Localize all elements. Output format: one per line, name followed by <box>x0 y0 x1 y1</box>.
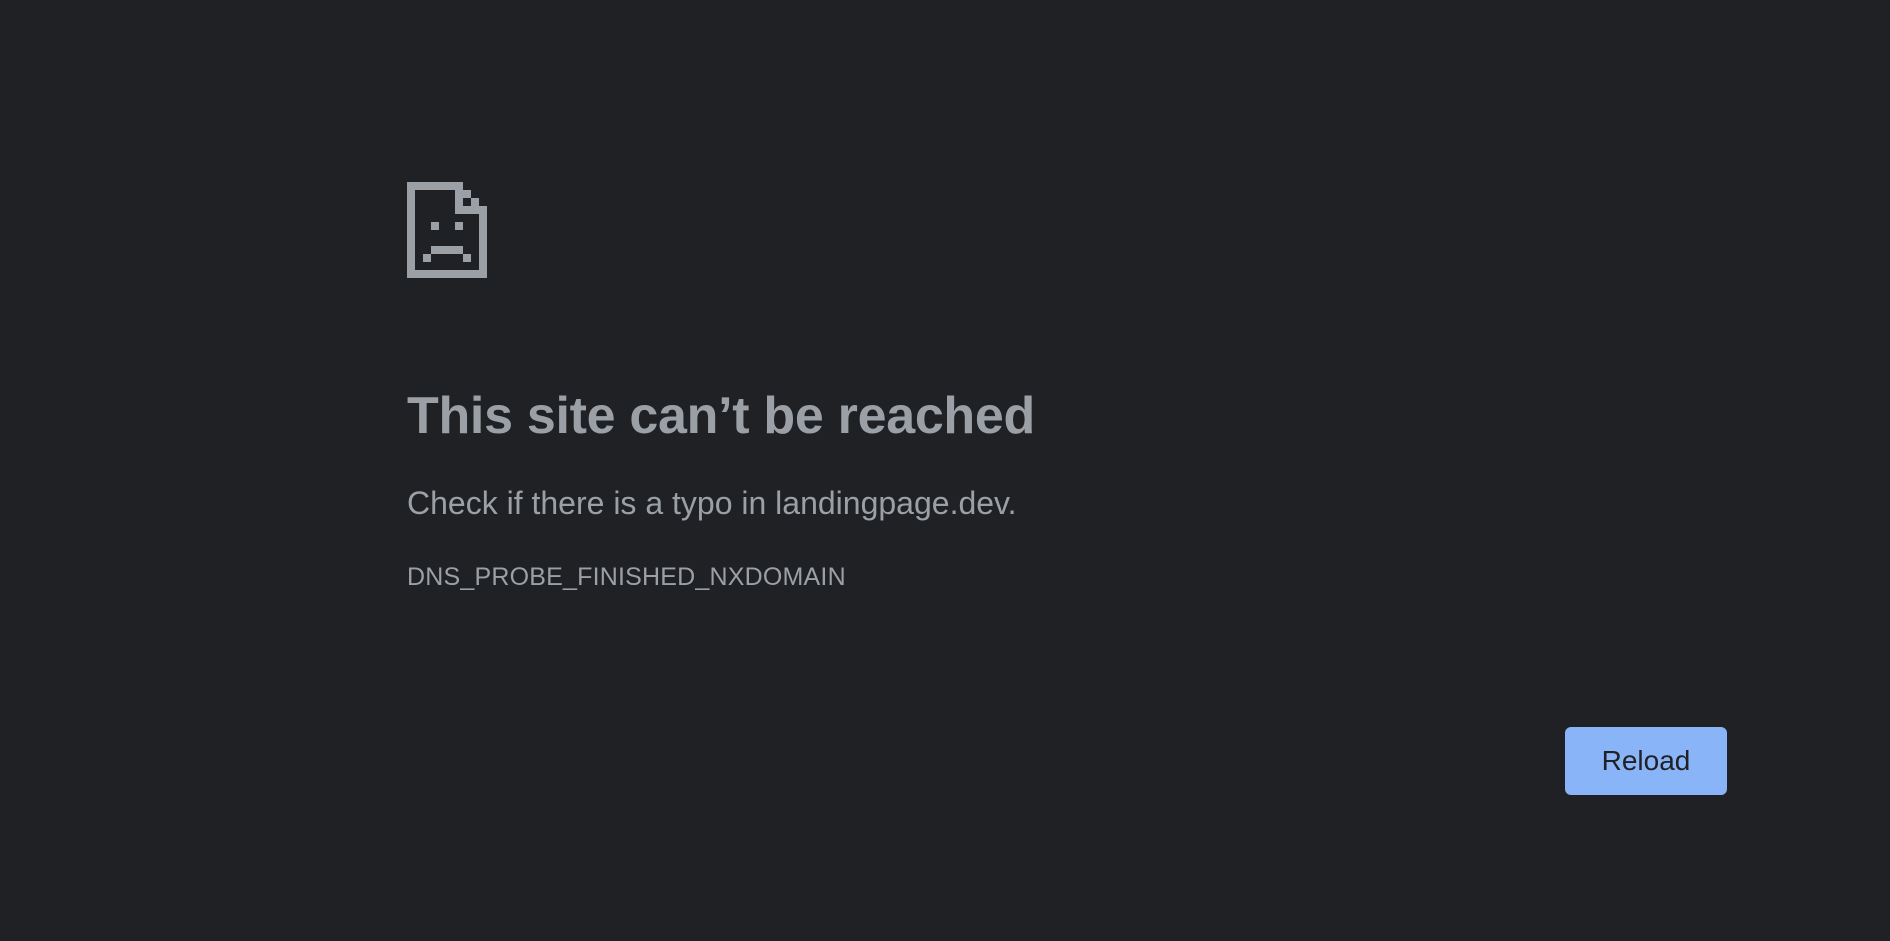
error-content: This site can’t be reached Check if ther… <box>407 182 1727 593</box>
error-code: DNS_PROBE_FINISHED_NXDOMAIN <box>407 563 846 591</box>
page-title: This site can’t be reached <box>407 387 1035 445</box>
reload-button[interactable]: Reload <box>1565 727 1727 795</box>
sad-document-icon <box>407 182 487 278</box>
error-suggestion: Check if there is a typo in landingpage.… <box>407 485 1017 521</box>
error-page: This site can’t be reached Check if ther… <box>0 0 1890 941</box>
